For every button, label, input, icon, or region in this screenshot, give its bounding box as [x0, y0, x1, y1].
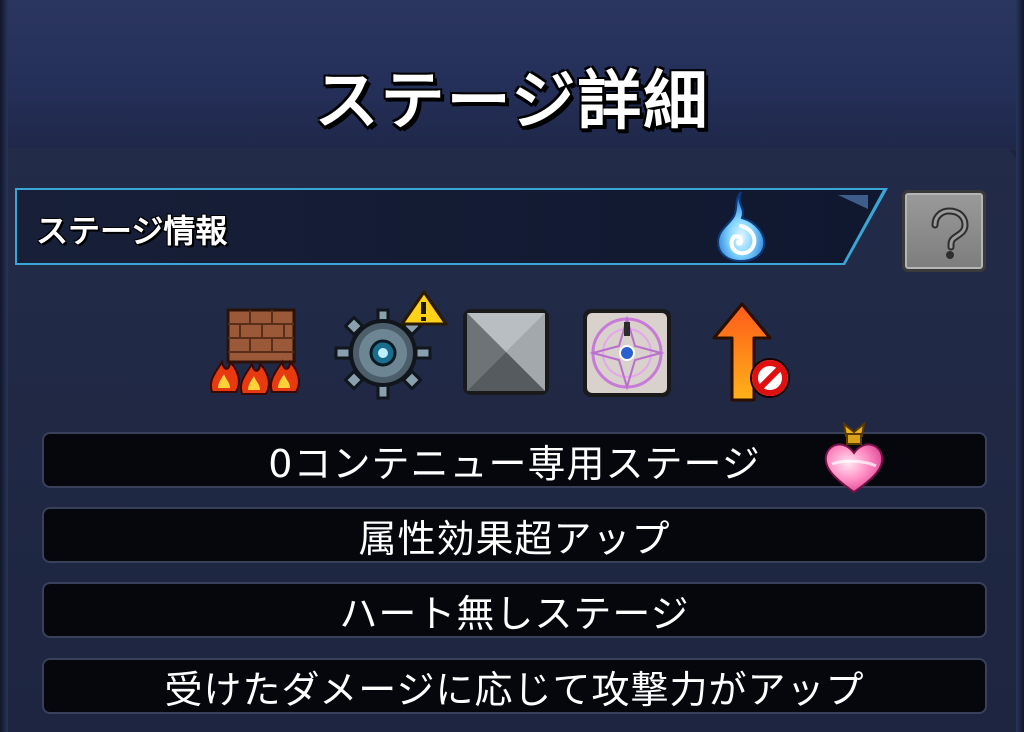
warp-magic-circle-icon	[580, 306, 674, 404]
page-title: ステージ詳細	[314, 65, 710, 139]
rule-row-element-boost: 属性効果超アップ	[42, 507, 987, 563]
stage-info-label: ステージ情報	[36, 212, 228, 250]
rule-text: 属性効果超アップ	[358, 516, 671, 561]
blue-water-flame-icon	[712, 190, 770, 263]
rule-row-damage-attack-up: 受けたダメージに応じて攻撃力がアップ	[42, 658, 987, 714]
rule-text: ハート無しステージ	[339, 591, 690, 636]
rule-text: 受けたダメージに応じて攻撃力がアップ	[164, 667, 865, 712]
damage-wall-icon	[208, 302, 312, 406]
gravity-barrier-mine-icon	[330, 288, 450, 410]
question-mark-icon	[931, 207, 969, 259]
rule-row-no-heart: ハート無しステージ	[42, 582, 987, 638]
no-speed-up-icon	[708, 300, 798, 408]
heart-potion-icon	[820, 420, 888, 500]
help-button[interactable]	[902, 190, 986, 272]
block-icon	[460, 306, 552, 402]
